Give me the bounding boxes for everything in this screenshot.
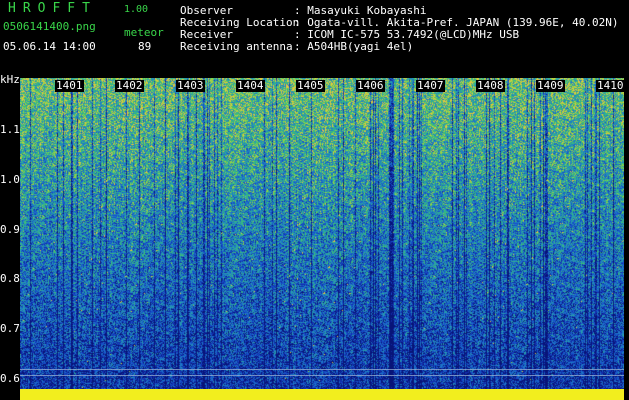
x-tick-label: 1405 (296, 79, 325, 92)
header-panel: HROFFT 1.00 0506141400.png meteor 05.06.… (0, 0, 629, 78)
x-tick-label: 1408 (476, 79, 505, 92)
x-tick-label: 1409 (536, 79, 565, 92)
x-tick-label: 1404 (236, 79, 265, 92)
y-tick-label: 0.8 (0, 272, 20, 285)
meteor-count: 89 (138, 40, 152, 53)
y-tick-label: 1.0 (0, 173, 20, 186)
x-tick-label: 1401 (55, 79, 84, 92)
app-title: HROFFT (8, 1, 97, 16)
info-value-antenna: : A504HB(yagi 4el) (294, 40, 414, 53)
x-tick-label: 1402 (115, 79, 144, 92)
datetime: 05.06.14 14:00 (3, 40, 96, 53)
spectrogram-canvas (20, 78, 624, 400)
y-axis-unit: kHz (0, 73, 20, 86)
reference-line (20, 375, 624, 376)
x-tick-label: 1410 (596, 79, 625, 92)
filename: 0506141400.png (3, 20, 96, 33)
x-tick-label: 1406 (356, 79, 385, 92)
y-tick-label: 0.7 (0, 322, 20, 335)
x-tick-label: 1407 (416, 79, 445, 92)
y-tick-label: 1.1 (0, 123, 20, 136)
spectrogram-plot (20, 78, 624, 400)
reference-line (20, 369, 624, 370)
signal-level-bar (20, 389, 624, 400)
y-tick-label: 0.9 (0, 223, 20, 236)
info-label-antenna: Receiving antenna (180, 40, 293, 53)
app-version: 1.00 (124, 4, 149, 15)
y-tick-label: 0.6 (0, 372, 20, 385)
meteor-label: meteor (124, 26, 164, 39)
x-tick-label: 1403 (176, 79, 205, 92)
